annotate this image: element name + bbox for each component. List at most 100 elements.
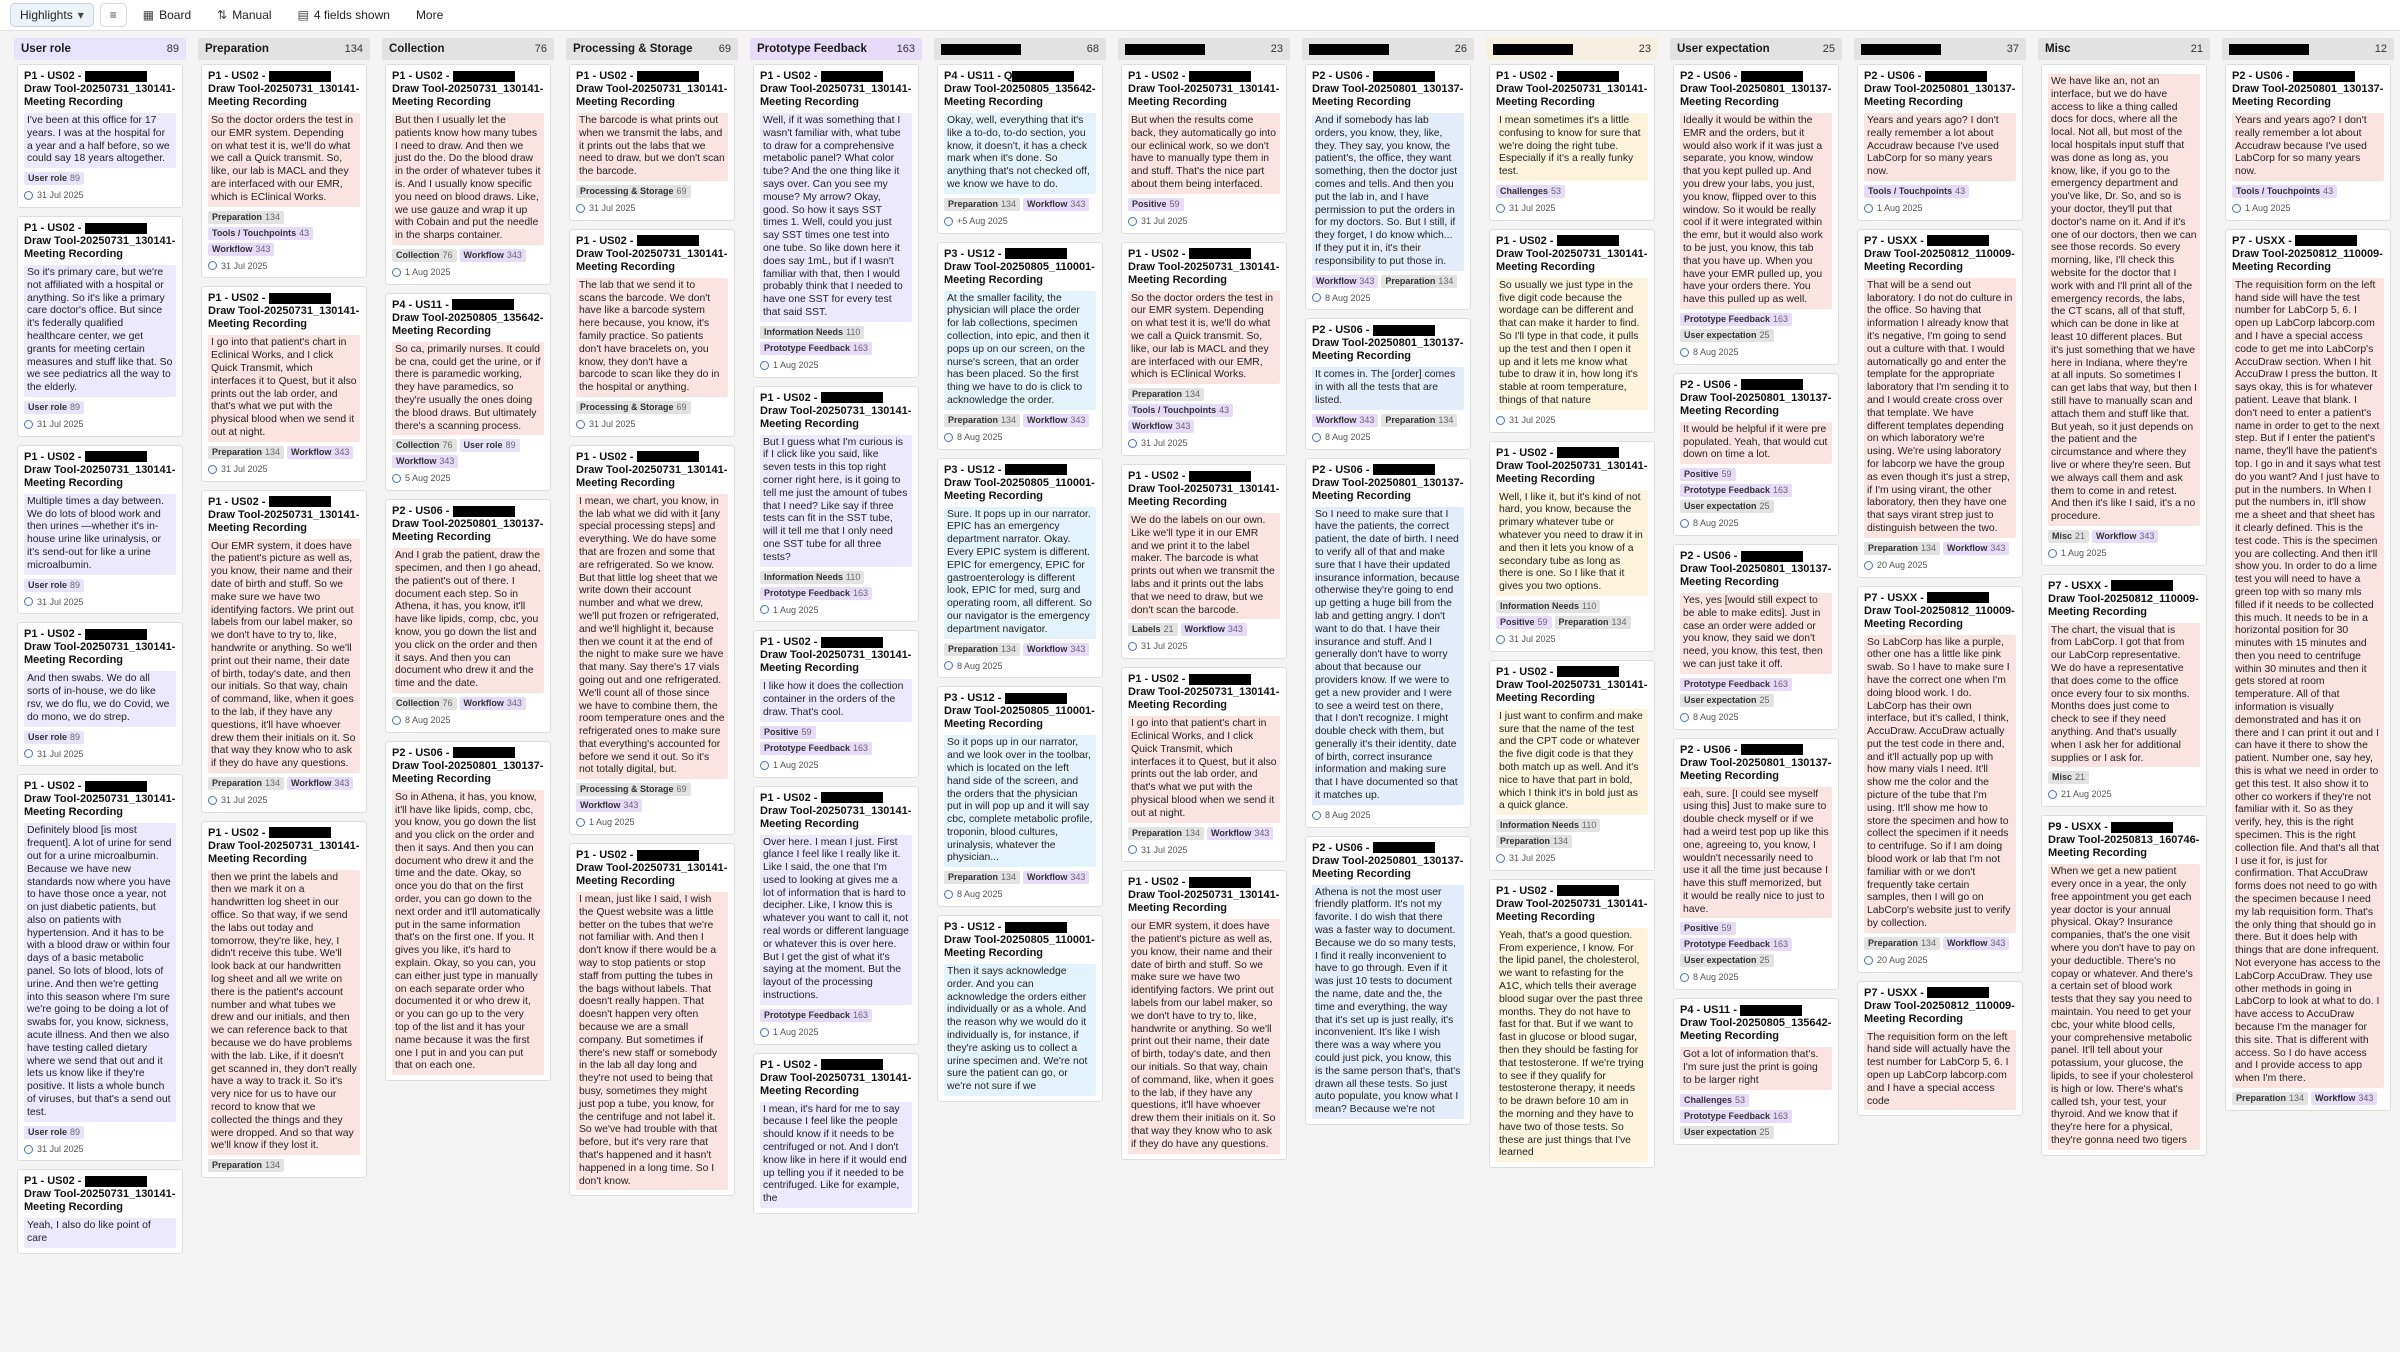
highlight-card[interactable]: P1 - US02 - Draw Tool-20250731_130141-Me… xyxy=(753,630,919,778)
highlight-card[interactable]: P3 - US12 - Draw Tool-20250805_110001-Me… xyxy=(937,686,1103,908)
tag-chip[interactable]: Collection 76 xyxy=(392,439,457,453)
tag-chip[interactable]: Positive 59 xyxy=(1496,615,1552,629)
tag-chip[interactable]: Prototype Feedback 163 xyxy=(1680,938,1793,952)
column-header[interactable]: Prototype Feedback 163 xyxy=(750,38,922,60)
highlight-card[interactable]: P1 - US02 - Draw Tool-20250731_130141-Me… xyxy=(753,785,919,1045)
tag-chip[interactable]: User expectation 25 xyxy=(1680,693,1774,707)
tag-chip[interactable]: User role 89 xyxy=(24,1125,85,1139)
column-header[interactable]: Preparation 134 xyxy=(198,38,370,60)
tag-chip[interactable]: Workflow 343 xyxy=(392,455,459,469)
tag-chip[interactable]: Workflow 343 xyxy=(1023,642,1090,656)
tag-chip[interactable]: Workflow 343 xyxy=(576,799,643,813)
tag-chip[interactable]: Workflow 343 xyxy=(1943,541,2010,555)
tag-chip[interactable]: Preparation 134 xyxy=(208,445,285,459)
highlight-card[interactable]: P1 - US02 - Draw Tool-20250731_130141-Me… xyxy=(569,64,735,221)
tag-chip[interactable]: Preparation 134 xyxy=(2232,1091,2309,1105)
tag-chip[interactable]: Information Needs 110 xyxy=(1496,819,1601,833)
board-view-button[interactable]: ▦ Board xyxy=(132,3,202,27)
tag-chip[interactable]: Workflow 343 xyxy=(459,696,526,710)
tag-chip[interactable]: User role 89 xyxy=(24,578,85,592)
highlight-card[interactable]: P4 - US11 - Q Draw Tool-20250805_135642-M… xyxy=(937,64,1103,234)
tag-chip[interactable]: Preparation 134 xyxy=(1864,541,1941,555)
tag-chip[interactable]: Processing & Storage 69 xyxy=(576,184,691,198)
highlight-card[interactable]: P1 - US02 - Draw Tool-20250731_130141-Me… xyxy=(753,64,919,378)
highlight-card[interactable]: We have like an, not an interface, but w… xyxy=(2041,64,2207,566)
tag-chip[interactable]: Collection 76 xyxy=(392,696,457,710)
column-header[interactable]: 68 xyxy=(934,38,1106,60)
tag-chip[interactable]: Preparation 134 xyxy=(944,871,1021,885)
tag-chip[interactable]: Preparation 134 xyxy=(1381,274,1458,288)
tag-chip[interactable]: Prototype Feedback 163 xyxy=(760,741,873,755)
tag-chip[interactable]: Positive 59 xyxy=(760,725,816,739)
highlight-card[interactable]: P1 - US02 - Draw Tool-20250731_130141-Me… xyxy=(1489,440,1655,652)
highlight-card[interactable]: P2 - US06 - Draw Tool-20250801_130137-Me… xyxy=(2225,64,2391,221)
tag-chip[interactable]: Workflow 343 xyxy=(208,242,275,256)
highlight-card[interactable]: P2 - US06 - Draw Tool-20250801_130137-Me… xyxy=(1305,835,1471,1126)
highlight-card[interactable]: P1 - US02 - Draw Tool-20250731_130141-Me… xyxy=(385,64,551,285)
highlight-card[interactable]: P1 - US02 - Draw Tool-20250731_130141-Me… xyxy=(1121,463,1287,660)
tag-chip[interactable]: User expectation 25 xyxy=(1680,500,1774,514)
highlight-card[interactable]: P2 - US06 - Draw Tool-20250801_130137-Me… xyxy=(1305,457,1471,828)
fields-button[interactable]: ▤ 4 fields shown xyxy=(287,3,400,27)
highlight-card[interactable]: P7 - USXX - Draw Tool-20250812_110009-Me… xyxy=(1857,980,2023,1117)
tag-chip[interactable]: Workflow 343 xyxy=(1023,197,1090,211)
tag-chip[interactable]: Preparation 134 xyxy=(1128,826,1205,840)
highlight-card[interactable]: P1 - US02 - Draw Tool-20250731_130141-Me… xyxy=(753,385,919,623)
tag-chip[interactable]: Information Needs 110 xyxy=(1496,599,1601,613)
tag-chip[interactable]: Preparation 134 xyxy=(1496,835,1573,849)
tag-chip[interactable]: Collection 76 xyxy=(392,248,457,262)
column-header[interactable]: 23 xyxy=(1486,38,1658,60)
highlight-card[interactable]: P1 - US02 - Draw Tool-20250731_130141-Me… xyxy=(1489,228,1655,433)
manual-sort-button[interactable]: ⇅ Manual xyxy=(207,3,282,27)
column-header[interactable]: User role 89 xyxy=(14,38,186,60)
column-header[interactable]: Misc 21 xyxy=(2038,38,2210,60)
tag-chip[interactable]: Information Needs 110 xyxy=(760,325,865,339)
tag-chip[interactable]: Misc 21 xyxy=(2048,529,2090,543)
highlight-card[interactable]: P1 - US02 - Draw Tool-20250731_130141-Me… xyxy=(17,622,183,767)
highlight-card[interactable]: P2 - US06 - Draw Tool-20250801_130137-Me… xyxy=(385,499,551,733)
tag-chip[interactable]: Preparation 134 xyxy=(208,1159,285,1173)
highlight-card[interactable]: P1 - US02 - Draw Tool-20250731_130141-Me… xyxy=(569,843,735,1197)
tag-chip[interactable]: Workflow 343 xyxy=(287,445,354,459)
highlight-card[interactable]: P4 - US11 - Draw Tool-20250805_135642-Me… xyxy=(1673,998,1839,1145)
tag-chip[interactable]: Preparation 134 xyxy=(1554,615,1631,629)
tag-chip[interactable]: Workflow 343 xyxy=(2092,529,2159,543)
tag-chip[interactable]: User role 89 xyxy=(24,730,85,744)
column-header[interactable]: 23 xyxy=(1118,38,1290,60)
highlight-card[interactable]: P1 - US02 - Draw Tool-20250731_130141-Me… xyxy=(569,228,735,437)
highlight-card[interactable]: P1 - US02 - Draw Tool-20250731_130141-Me… xyxy=(201,286,367,482)
highlight-card[interactable]: P7 - USXX - Draw Tool-20250812_110009-Me… xyxy=(1857,585,2023,973)
tag-chip[interactable]: User role 89 xyxy=(459,439,520,453)
highlight-card[interactable]: P9 - USXX - Draw Tool-20250813_160746-Me… xyxy=(2041,815,2207,1156)
tag-chip[interactable]: User expectation 25 xyxy=(1680,328,1774,342)
tag-chip[interactable]: Positive 59 xyxy=(1128,197,1184,211)
tag-chip[interactable]: Tools / Touchpoints 43 xyxy=(1128,404,1234,418)
tag-chip[interactable]: Prototype Feedback 163 xyxy=(1680,1109,1793,1123)
tag-chip[interactable]: Tools / Touchpoints 43 xyxy=(208,226,314,240)
settings-button[interactable]: ≡ xyxy=(99,3,127,27)
highlight-card[interactable]: P1 - US02 - Draw Tool-20250731_130141-Me… xyxy=(753,1052,919,1215)
tag-chip[interactable]: Preparation 134 xyxy=(1864,936,1941,950)
tag-chip[interactable]: Workflow 343 xyxy=(2311,1091,2378,1105)
tag-chip[interactable]: Prototype Feedback 163 xyxy=(1680,677,1793,691)
highlight-card[interactable]: P1 - US02 - Draw Tool-20250731_130141-Me… xyxy=(1121,667,1287,863)
column-header[interactable]: 12 xyxy=(2222,38,2394,60)
highlight-card[interactable]: P2 - US06 - Draw Tool-20250801_130137-Me… xyxy=(1857,64,2023,221)
highlight-card[interactable]: P1 - US02 - Draw Tool-20250731_130141-Me… xyxy=(17,1169,183,1255)
highlight-card[interactable]: P1 - US02 - Draw Tool-20250731_130141-Me… xyxy=(201,820,367,1179)
tag-chip[interactable]: Preparation 134 xyxy=(1128,388,1205,402)
highlight-card[interactable]: P1 - US02 - Draw Tool-20250731_130141-Me… xyxy=(1489,878,1655,1169)
tag-chip[interactable]: Preparation 134 xyxy=(208,776,285,790)
highlight-card[interactable]: P7 - USXX - Draw Tool-20250812_110009-Me… xyxy=(2225,228,2391,1111)
highlight-card[interactable]: P2 - US06 - Draw Tool-20250801_130137-Me… xyxy=(1673,737,1839,991)
column-header[interactable]: 26 xyxy=(1302,38,1474,60)
column-header[interactable]: 37 xyxy=(1854,38,2026,60)
tag-chip[interactable]: Tools / Touchpoints 43 xyxy=(1864,184,1970,198)
tag-chip[interactable]: Workflow 343 xyxy=(1312,274,1379,288)
highlight-card[interactable]: P3 - US12 - Draw Tool-20250805_110001-Me… xyxy=(937,241,1103,450)
tag-chip[interactable]: Preparation 134 xyxy=(944,197,1021,211)
tag-chip[interactable]: Workflow 343 xyxy=(1128,420,1195,434)
highlight-card[interactable]: P2 - US06 - Draw Tool-20250801_130137-Me… xyxy=(1673,372,1839,536)
tag-chip[interactable]: Challenges 53 xyxy=(1680,1093,1750,1107)
tag-chip[interactable]: Prototype Feedback 163 xyxy=(1680,484,1793,498)
